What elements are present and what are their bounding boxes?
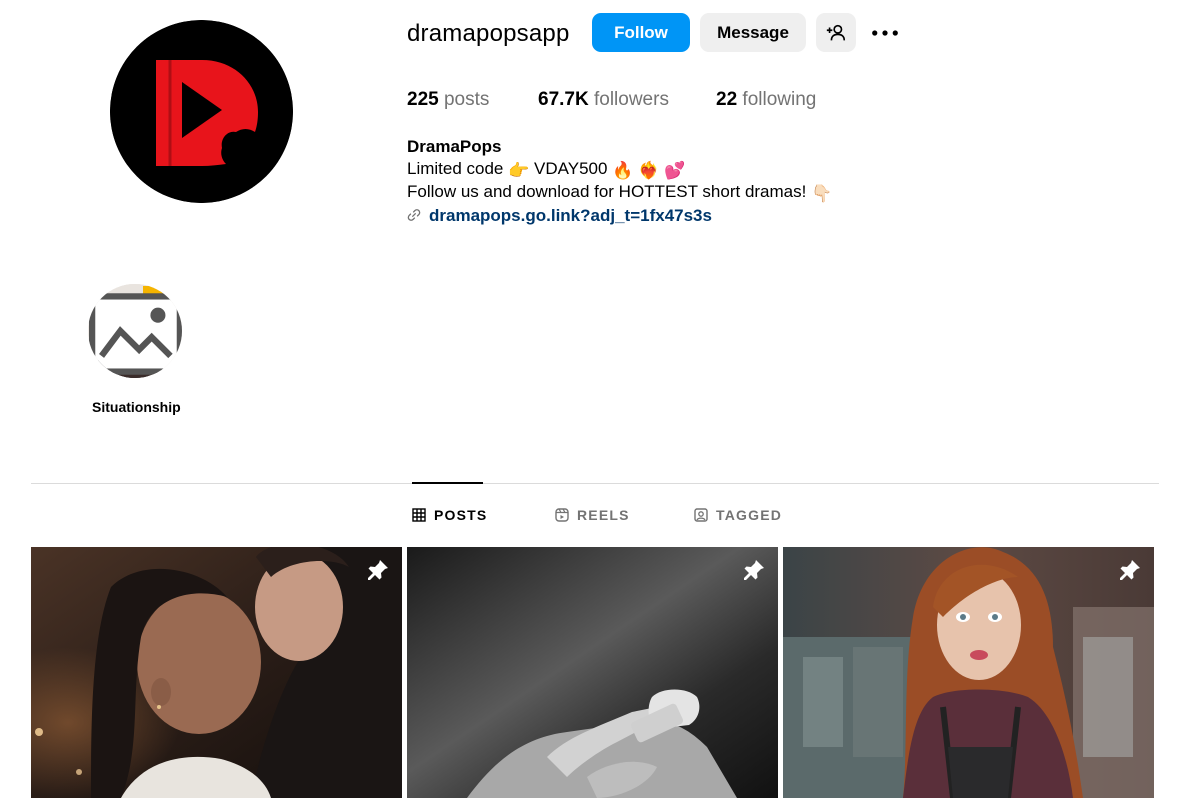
tab-reels[interactable]: REELS <box>555 507 630 523</box>
followers-stat[interactable]: 67.7K followers <box>538 89 669 111</box>
profile-bio: DramaPops Limited code 👉 VDAY500 🔥 ❤️‍🔥 … <box>407 136 832 226</box>
active-tab-indicator <box>412 482 483 484</box>
broken-image-icon <box>89 293 182 375</box>
tab-tagged-label: TAGGED <box>716 507 783 523</box>
tab-reels-label: REELS <box>577 507 630 523</box>
pinned-icon <box>1120 560 1140 580</box>
ellipsis-icon <box>872 30 898 36</box>
link-icon <box>407 209 421 222</box>
message-button[interactable]: Message <box>700 13 806 52</box>
dramapops-logo-icon <box>110 20 293 203</box>
tab-posts-label: POSTS <box>434 507 488 523</box>
follow-button[interactable]: Follow <box>592 13 690 52</box>
pinned-icon <box>744 560 764 580</box>
tab-tagged[interactable]: TAGGED <box>694 507 782 523</box>
bio-link-text: dramapops.go.link?adj_t=1fx47s3s <box>429 205 712 225</box>
post-image-woman <box>783 547 1154 798</box>
story-highlight[interactable]: Situationship <box>88 284 184 415</box>
followers-label: followers <box>593 89 669 110</box>
tagged-icon <box>694 508 708 522</box>
post-thumbnail[interactable] <box>407 547 778 798</box>
profile-display-name: DramaPops <box>407 137 502 156</box>
reels-icon <box>555 508 569 522</box>
more-options-button[interactable] <box>868 22 902 44</box>
promo-code: VDAY500 <box>534 158 608 178</box>
posts-label: posts <box>443 89 490 110</box>
following-stat[interactable]: 22 following <box>716 89 816 111</box>
posts-count: 225 <box>407 89 439 110</box>
bio-line-1-text: Limited code <box>407 158 504 178</box>
following-label: following <box>742 89 817 110</box>
heart-on-fire-emoji: ❤️‍🔥 <box>638 160 660 180</box>
tab-posts[interactable]: POSTS <box>412 507 487 523</box>
pointing-down-emoji: 👇🏻 <box>811 184 833 203</box>
followers-count: 67.7K <box>538 89 589 110</box>
bio-line-2-text: Follow us and download for HOTTEST short… <box>407 182 807 201</box>
pointing-right-emoji: 👉 <box>508 160 530 180</box>
suggest-users-button[interactable] <box>816 13 856 52</box>
post-thumbnail[interactable] <box>31 547 402 798</box>
profile-username: dramapopsapp <box>407 20 570 47</box>
following-count: 22 <box>716 89 738 110</box>
post-thumbnail[interactable] <box>783 547 1154 798</box>
grid-icon <box>412 508 426 522</box>
bio-link[interactable]: dramapops.go.link?adj_t=1fx47s3s <box>407 205 832 227</box>
posts-stat: 225 posts <box>407 89 489 111</box>
highlight-label: Situationship <box>92 399 181 415</box>
highlight-thumbnail <box>88 284 182 378</box>
bio-line-1: Limited code 👉 VDAY500 🔥 ❤️‍🔥 💕 <box>407 158 832 182</box>
post-image-hands <box>407 547 778 798</box>
two-hearts-emoji: 💕 <box>663 160 686 180</box>
profile-avatar[interactable] <box>110 20 293 203</box>
fire-emoji: 🔥 <box>612 160 634 180</box>
pinned-icon <box>368 560 388 580</box>
bio-line-2: Follow us and download for HOTTEST short… <box>407 181 832 205</box>
tabs-divider <box>31 483 1159 484</box>
post-image-couple <box>31 547 402 798</box>
person-plus-icon <box>826 24 846 40</box>
